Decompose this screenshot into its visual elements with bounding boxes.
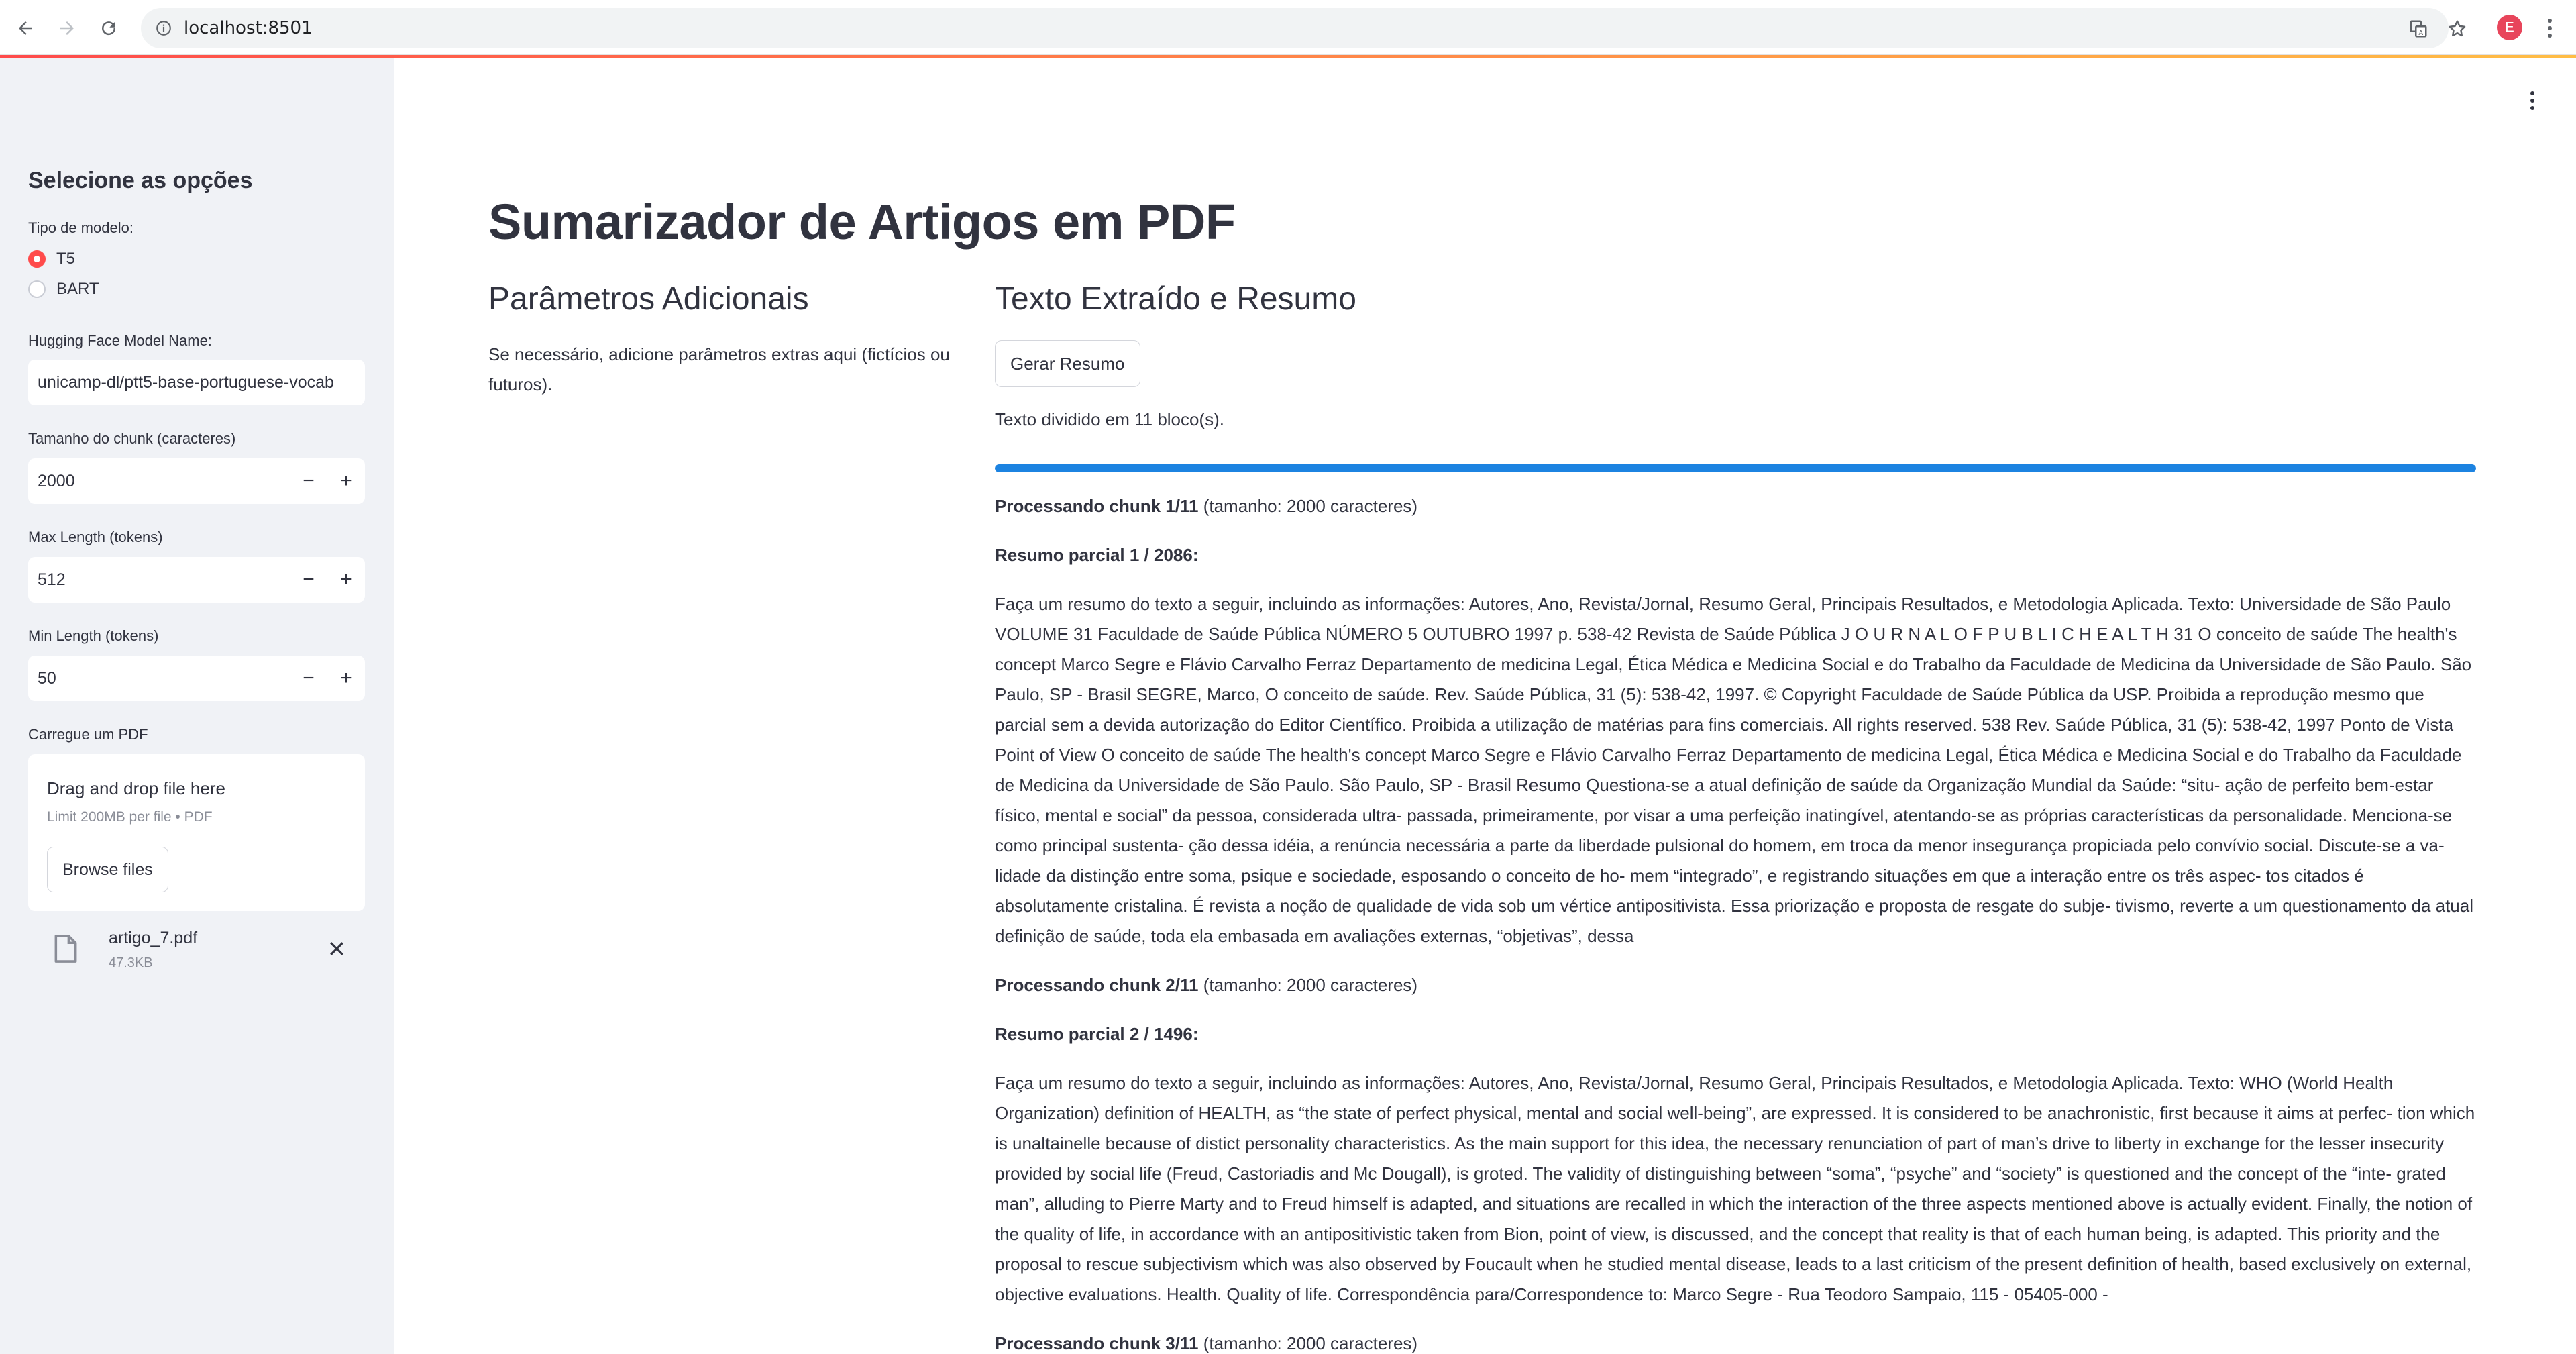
upload-label: Carregue um PDF — [28, 726, 148, 743]
min-length-input[interactable]: 50 − + — [28, 656, 365, 701]
gerar-resumo-button[interactable]: Gerar Resumo — [995, 340, 1140, 387]
chunk-status: Processando chunk 1/11 (tamanho: 2000 ca… — [995, 491, 2477, 521]
col1-description: Se necessário, adicione parâmetros extra… — [488, 344, 950, 395]
hf-model-value: unicamp-dl/ptt5-base-portuguese-vocab — [38, 372, 334, 392]
progress-fill — [995, 464, 2476, 472]
col2-heading: Texto Extraído e Resumo — [995, 281, 1356, 317]
profile-avatar[interactable]: E — [2497, 15, 2522, 40]
max-length-input[interactable]: 512 − + — [28, 557, 365, 603]
chunk-size-label: Tamanho do chunk (caracteres) — [28, 430, 236, 447]
chunk-size-text: (tamanho: 2000 caracteres) — [1198, 975, 1418, 995]
file-name: artigo_7.pdf — [109, 929, 198, 947]
radio-label: T5 — [56, 250, 76, 268]
svg-text:A: A — [2418, 30, 2423, 37]
browse-files-button[interactable]: Browse files — [47, 847, 168, 892]
partial-summary-text: Faça um resumo do texto a seguir, inclui… — [995, 1073, 2475, 1304]
radio-unselected-icon — [28, 280, 46, 298]
uploaded-file: artigo_7.pdf 47.3KB — [28, 921, 365, 977]
chunk-size-value: 2000 — [38, 471, 75, 490]
decrement-button[interactable]: − — [290, 656, 327, 701]
increment-button[interactable]: + — [327, 557, 365, 603]
increment-button[interactable]: + — [327, 656, 365, 701]
radio-t5[interactable]: T5 — [28, 250, 75, 268]
summary-output: Processando chunk 1/11 (tamanho: 2000 ca… — [995, 491, 2477, 1354]
dropzone-text: Drag and drop file here — [47, 778, 225, 798]
partial-title: Resumo parcial 2 / 1496: — [995, 1024, 1199, 1044]
back-icon[interactable] — [11, 13, 40, 43]
chunk-size-text: (tamanho: 2000 caracteres) — [1198, 1333, 1418, 1353]
radio-label: BART — [56, 280, 99, 298]
max-length-value: 512 — [38, 570, 66, 589]
file-dropzone[interactable]: Drag and drop file here Limit 200MB per … — [28, 754, 365, 911]
chunk-size-input[interactable]: 2000 − + — [28, 458, 365, 504]
remove-file-close-icon[interactable] — [323, 935, 350, 962]
max-length-label: Max Length (tokens) — [28, 529, 163, 545]
app-menu-icon[interactable] — [2522, 87, 2542, 114]
sidebar: Selecione as opções Tipo de modelo: T5 B… — [0, 58, 394, 1354]
progress-bar — [995, 464, 2476, 472]
reload-icon[interactable] — [94, 13, 123, 43]
chunk-status: Processando chunk 2/11 (tamanho: 2000 ca… — [995, 970, 2477, 1000]
url-text: localhost:8501 — [184, 18, 313, 38]
hf-model-input[interactable]: unicamp-dl/ptt5-base-portuguese-vocab — [28, 360, 365, 405]
site-info-icon[interactable] — [153, 17, 174, 39]
chunk-status: Processando chunk 3/11 (tamanho: 2000 ca… — [995, 1329, 2477, 1354]
partial-summary-title: Resumo parcial 1 / 2086: — [995, 540, 2477, 570]
page-title: Sumarizador de Artigos em PDF — [488, 194, 1236, 250]
browser-menu-icon[interactable] — [2540, 15, 2560, 42]
col1-heading: Parâmetros Adicionais — [488, 281, 809, 317]
increment-button[interactable]: + — [327, 458, 365, 504]
chunk-title: Processando chunk 2/11 — [995, 975, 1199, 995]
forward-icon[interactable] — [52, 13, 82, 43]
chunk-title: Processando chunk 1/11 — [995, 496, 1199, 516]
address-bar[interactable]: localhost:8501 A — [141, 8, 2466, 48]
partial-title: Resumo parcial 1 / 2086: — [995, 545, 1199, 565]
browser-toolbar: localhost:8501 A E — [0, 0, 2576, 55]
radio-bart[interactable]: BART — [28, 280, 99, 299]
model-type-label: Tipo de modelo: — [28, 219, 133, 236]
decrement-button[interactable]: − — [290, 557, 327, 603]
translate-icon[interactable]: A — [2407, 17, 2430, 40]
dropzone-limit: Limit 200MB per file • PDF — [47, 809, 213, 825]
file-icon — [54, 934, 78, 964]
divided-info-text: Texto dividido em 11 bloco(s). — [995, 409, 1225, 429]
file-size: 47.3KB — [109, 955, 153, 970]
min-length-label: Min Length (tokens) — [28, 627, 159, 644]
hf-model-label: Hugging Face Model Name: — [28, 332, 212, 349]
chunk-size-text: (tamanho: 2000 caracteres) — [1198, 496, 1418, 516]
radio-selected-icon — [28, 250, 46, 268]
partial-summary-title: Resumo parcial 2 / 1496: — [995, 1019, 2477, 1049]
sidebar-title: Selecione as opções — [28, 168, 253, 193]
chunk-title: Processando chunk 3/11 — [995, 1333, 1199, 1353]
partial-summary-text: Faça um resumo do texto a seguir, inclui… — [995, 594, 2474, 946]
bookmark-star-icon[interactable] — [2446, 17, 2469, 40]
min-length-value: 50 — [38, 668, 56, 688]
decrement-button[interactable]: − — [290, 458, 327, 504]
